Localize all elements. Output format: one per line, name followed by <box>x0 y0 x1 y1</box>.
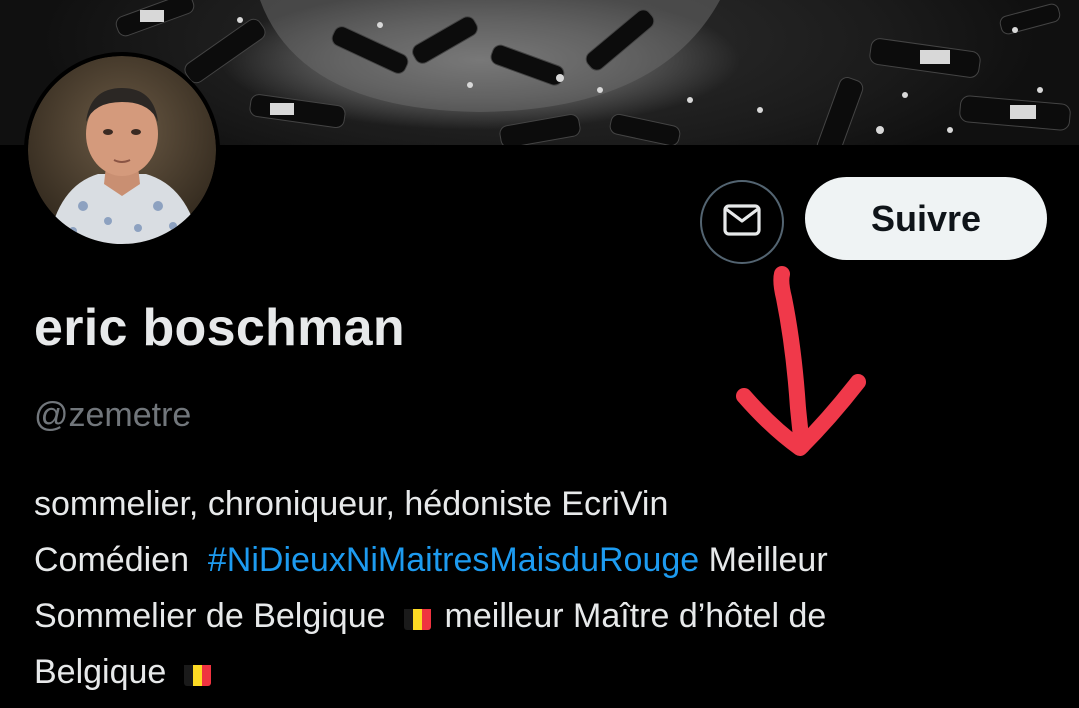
envelope-icon <box>722 203 762 242</box>
bio-text: Meilleur <box>699 541 828 579</box>
bio-line-1: sommelier, chroniqueur, hédoniste EcriVi… <box>34 485 669 523</box>
hashtag-link[interactable]: #NiDieuxNiMaitresMaisduRouge <box>208 541 699 579</box>
follow-button[interactable]: Suivre <box>805 177 1047 260</box>
message-button[interactable] <box>700 180 784 264</box>
bio-line-4: Belgique <box>34 644 1064 700</box>
red-arrow-down-icon <box>720 258 880 463</box>
bio-text: Sommelier de Belgique <box>34 597 386 635</box>
avatar[interactable] <box>24 52 220 248</box>
belgian-flag-icon <box>403 600 431 630</box>
profile-bio: sommelier, chroniqueur, hédoniste EcriVi… <box>34 476 1064 700</box>
display-name: eric boschman <box>34 299 405 357</box>
belgian-flag-icon <box>184 656 212 686</box>
user-handle: @zemetre <box>34 396 192 434</box>
bio-text: Comédien <box>34 541 208 579</box>
follow-button-label: Suivre <box>870 197 982 239</box>
bio-line-2: Comédien #NiDieuxNiMaitresMaisduRouge Me… <box>34 532 1064 588</box>
bio-line-3: Sommelier de Belgique meilleur Maître d’h… <box>34 588 1064 644</box>
bio-text: meilleur Maître d’hôtel de <box>444 597 827 635</box>
bio-text: Belgique <box>34 653 167 691</box>
